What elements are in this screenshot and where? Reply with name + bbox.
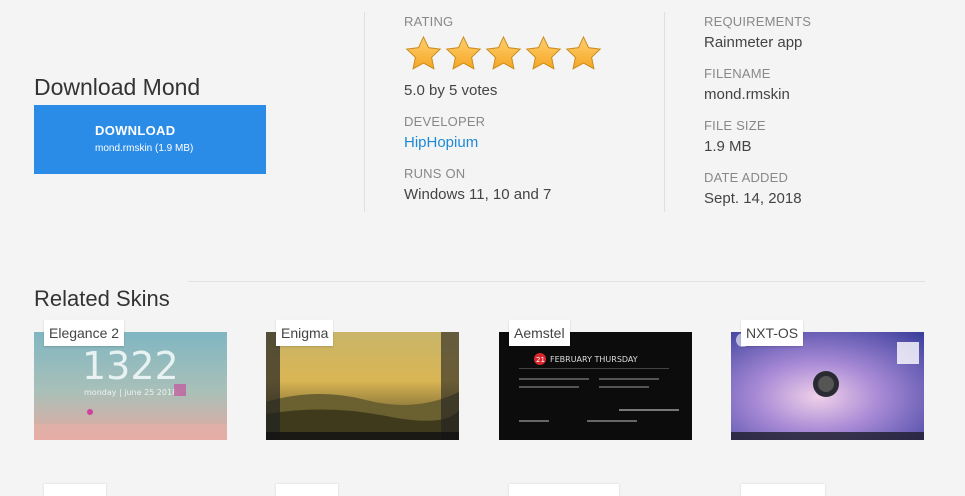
developer-label: DEVELOPER: [404, 114, 486, 129]
requirements-label: REQUIREMENTS: [704, 14, 812, 29]
details-column: REQUIREMENTS Rainmeter app FILENAME mond…: [704, 14, 811, 222]
star-icon: [564, 34, 603, 76]
download-button-label: DOWNLOAD: [95, 123, 176, 138]
thumb-clock-text: 1322: [82, 344, 179, 388]
date-added-value: Sept. 14, 2018: [704, 190, 802, 207]
filename-value: mond.rmskin: [704, 86, 790, 103]
skin-name[interactable]: Enigma: [276, 320, 334, 346]
skin-name[interactable]: Aemstel: [509, 320, 570, 346]
related-skins-title: Related Skins: [34, 286, 170, 312]
rating-label: RATING: [404, 14, 454, 29]
skin-card-aemstel[interactable]: 21 FEBRUARY THURSDAY Aemstel: [499, 320, 692, 440]
file-size-label: FILE SIZE: [704, 118, 766, 133]
thumb-month-text: FEBRUARY THURSDAY: [550, 355, 638, 364]
star-icon: [524, 34, 563, 76]
download-button[interactable]: DOWNLOAD mond.rmskin (1.9 MB): [34, 105, 266, 174]
rating-stars: [404, 34, 603, 76]
star-icon: [484, 34, 523, 76]
skin-card-enigma[interactable]: Enigma: [266, 320, 459, 440]
star-icon: [404, 34, 443, 76]
filename-label: FILENAME: [704, 66, 771, 81]
developer-link[interactable]: HipHopium: [404, 134, 478, 151]
skin-card-stub: [44, 484, 106, 496]
skin-thumbnail[interactable]: 1322 monday | june 25 2018: [34, 332, 227, 440]
requirements-value: Rainmeter app: [704, 34, 803, 51]
divider: [364, 12, 365, 212]
runs-on-label: RUNS ON: [404, 166, 466, 181]
divider: [664, 12, 665, 212]
section-divider: [188, 281, 925, 282]
skin-thumbnail[interactable]: [731, 332, 924, 440]
download-button-subtext: mond.rmskin (1.9 MB): [95, 143, 194, 154]
rating-summary: 5.0 by 5 votes: [404, 82, 498, 99]
skin-name[interactable]: NXT-OS: [741, 320, 804, 346]
skin-thumbnail[interactable]: [266, 332, 459, 440]
star-icon: [444, 34, 483, 76]
page-title: Download Mond: [34, 74, 201, 101]
file-size-value: 1.9 MB: [704, 138, 752, 155]
thumb-day-text: 21: [536, 356, 545, 364]
skin-card-elegance-2[interactable]: 1322 monday | june 25 2018 Elegance 2: [34, 320, 227, 440]
rating-column: RATING 5.0 by 5 votes DEVELOPER HipHopiu…: [404, 14, 603, 218]
runs-on-value: Windows 11, 10 and 7: [404, 186, 552, 203]
skin-card-stub: [741, 484, 825, 496]
date-added-label: DATE ADDED: [704, 170, 789, 185]
skin-thumbnail[interactable]: 21 FEBRUARY THURSDAY: [499, 332, 692, 440]
skin-name[interactable]: Elegance 2: [44, 320, 125, 346]
thumb-date-text: monday | june 25 2018: [84, 388, 177, 397]
skin-card-stub: [276, 484, 338, 496]
skin-card-stub: [509, 484, 619, 496]
skin-card-nxt-os[interactable]: NXT-OS: [731, 320, 924, 440]
